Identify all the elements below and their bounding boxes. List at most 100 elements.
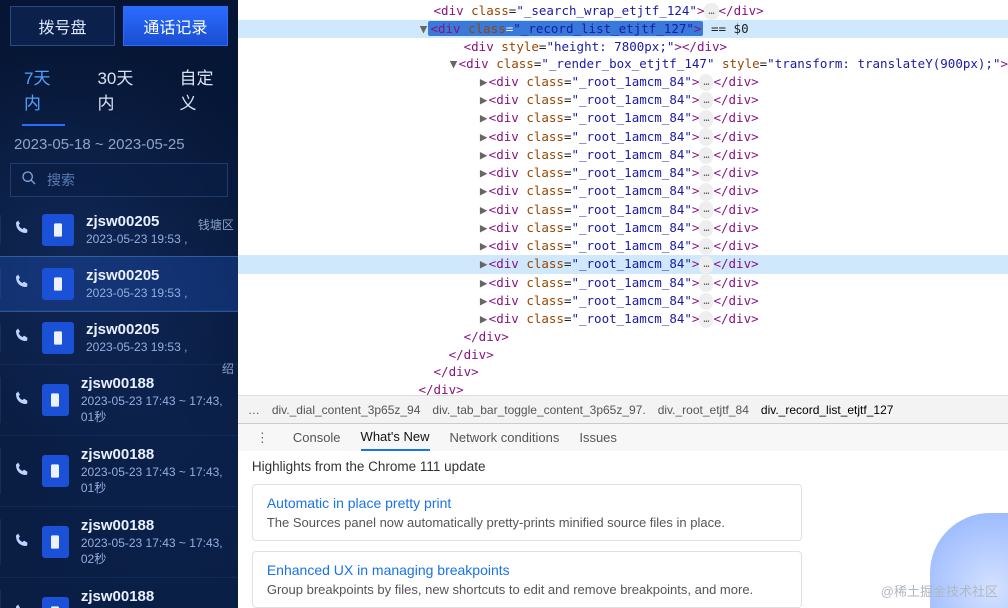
tab-call-log[interactable]: 通话记录 — [123, 6, 228, 46]
dom-node-line[interactable]: ▶<div class="_root_1amcm_84">…</div> — [238, 255, 1008, 273]
dom-node-line[interactable]: ▶<div class="_root_1amcm_84">…</div> — [238, 219, 1008, 237]
list-item[interactable]: zjsw00188 2023-05-23 17:43 ~ 17:43, 02秒 — [0, 507, 238, 578]
drawer-tab-network[interactable]: Network conditions — [450, 424, 560, 451]
row-text: zjsw001882023-05-23 17:42 ~ 17:42, 05秒 — [81, 588, 224, 608]
device-icon — [42, 384, 69, 416]
dom-node-line[interactable]: ▶<div class="_root_1amcm_84">…</div> — [238, 310, 1008, 328]
row-text: zjsw00188 2023-05-23 17:43 ~ 17:43, 01秒 — [81, 446, 224, 496]
phone-icon — [14, 532, 30, 553]
dom-node-line[interactable]: ▶<div class="_root_1amcm_84">…</div> — [238, 182, 1008, 200]
device-icon — [42, 526, 69, 558]
call-name: zjsw00205 — [86, 213, 187, 230]
list-item[interactable]: zjsw00188 2023-05-23 17:43 ~ 17:43, 01秒 — [0, 436, 238, 507]
dom-node-line[interactable]: <div class="_search_wrap_etjtf_124">…</d… — [238, 2, 1008, 20]
watermark: @稀土掘金技术社区 — [881, 581, 998, 600]
device-icon — [42, 597, 69, 608]
phone-icon — [14, 390, 30, 411]
dom-node-line[interactable]: ▶<div class="_root_1amcm_84">…</div> — [238, 73, 1008, 91]
crumb-2[interactable]: div._tab_bar_toggle_content_3p65z_97. — [432, 403, 645, 417]
card-title: Enhanced UX in managing breakpoints — [267, 562, 787, 578]
breadcrumbs: … div._dial_content_3p65z_94 div._tab_ba… — [238, 395, 1008, 423]
dom-node-line[interactable]: ▶<div class="_root_1amcm_84">…</div> — [238, 274, 1008, 292]
dom-node-line[interactable]: ▶<div class="_root_1amcm_84">…</div> — [238, 292, 1008, 310]
call-meta: 2023-05-23 19:53 , — [86, 232, 187, 246]
call-meta: 2023-05-23 17:43 ~ 17:43, 02秒 — [81, 536, 224, 567]
row-text: zjsw00205 2023-05-23 19:53 , — [86, 267, 187, 300]
devtools-panel: <div class="_search_wrap_etjtf_124">…</d… — [238, 0, 1008, 608]
dom-node-line[interactable]: </div> — [238, 363, 1008, 381]
phone-icon — [14, 219, 30, 240]
device-icon — [42, 322, 74, 354]
list-item[interactable]: zjsw00205 2023-05-23 19:53 , — [0, 257, 238, 311]
dom-node-line[interactable]: </div> — [238, 328, 1008, 346]
date-range-label: 2023-05-18 ~ 2023-05-25 — [0, 126, 238, 157]
dom-node-line[interactable]: ▼<div class="_render_box_etjtf_147" styl… — [238, 55, 1008, 73]
search-icon — [21, 170, 37, 191]
call-meta: 2023-05-23 17:43 ~ 17:43, 01秒 — [81, 465, 224, 496]
device-icon — [42, 268, 74, 300]
main-tabbar: 拨号盘 通话记录 — [0, 0, 238, 46]
phone-icon — [14, 461, 30, 482]
dom-node-line[interactable]: ▼<div class="_record_list_etjtf_127"> ==… — [238, 20, 1008, 38]
card-body: The Sources panel now automatically pret… — [267, 515, 787, 530]
device-icon — [42, 455, 69, 487]
search-box[interactable] — [10, 163, 228, 197]
card-title: Automatic in place pretty print — [267, 495, 787, 511]
whats-new-card[interactable]: Enhanced UX in managing breakpoints Grou… — [252, 551, 802, 608]
call-meta: 2023-05-23 19:53 , — [86, 340, 187, 354]
search-input[interactable] — [47, 172, 228, 188]
call-list[interactable]: zjsw00205 2023-05-23 19:53 , zjsw00205 2023… — [0, 203, 238, 608]
list-item[interactable]: zjsw001882023-05-23 17:42 ~ 17:42, 05秒 — [0, 578, 238, 608]
crumb-selected[interactable]: div._record_list_etjtf_127 — [761, 403, 894, 417]
call-name: zjsw00188 — [81, 375, 224, 392]
crumb-1[interactable]: div._dial_content_3p65z_94 — [272, 403, 421, 417]
call-meta: 2023-05-23 17:43 ~ 17:43, 01秒 — [81, 394, 224, 425]
dom-node-line[interactable]: ▶<div class="_root_1amcm_84">…</div> — [238, 91, 1008, 109]
map-label-2: 绍 — [222, 360, 234, 377]
call-name: zjsw00188 — [81, 446, 224, 463]
list-item[interactable]: zjsw00205 2023-05-23 19:53 , — [0, 311, 238, 365]
dom-node-line[interactable]: ▶<div class="_root_1amcm_84">…</div> — [238, 201, 1008, 219]
call-name: zjsw00205 — [86, 267, 187, 284]
drawer-tab-whatsnew[interactable]: What's New — [361, 424, 430, 451]
call-name: zjsw00188 — [81, 588, 224, 605]
card-body: Group breakpoints by files, new shortcut… — [267, 582, 787, 597]
range-subtabs: 7天内 30天内 自定义 — [0, 46, 238, 126]
whats-new-panel: Highlights from the Chrome 111 update Au… — [238, 451, 1008, 608]
drawer-tab-issues[interactable]: Issues — [579, 424, 617, 451]
tab-dialpad[interactable]: 拨号盘 — [10, 6, 115, 46]
call-name: zjsw00188 — [81, 517, 224, 534]
phone-icon — [14, 327, 30, 348]
phone-icon — [14, 273, 30, 294]
drawer-tabs: ⋮ Console What's New Network conditions … — [238, 423, 1008, 451]
dom-node-line[interactable]: ▶<div class="_root_1amcm_84">…</div> — [238, 128, 1008, 146]
call-meta: 2023-05-23 19:53 , — [86, 286, 187, 300]
subtab-custom[interactable]: 自定义 — [178, 60, 228, 126]
list-item[interactable]: zjsw00188 2023-05-23 17:43 ~ 17:43, 01秒 — [0, 365, 238, 436]
dom-node-line[interactable]: </div> — [238, 381, 1008, 395]
dom-node-line[interactable]: </div> — [238, 346, 1008, 364]
row-text: zjsw00188 2023-05-23 17:43 ~ 17:43, 01秒 — [81, 375, 224, 425]
map-label-1: 钱塘区 — [198, 216, 234, 233]
dom-node-line[interactable]: ▶<div class="_root_1amcm_84">…</div> — [238, 109, 1008, 127]
drawer-tab-console[interactable]: Console — [293, 424, 341, 451]
dom-node-line[interactable]: ▶<div class="_root_1amcm_84">…</div> — [238, 237, 1008, 255]
crumb-3[interactable]: div._root_etjtf_84 — [658, 403, 749, 417]
subtab-30days[interactable]: 30天内 — [95, 60, 147, 126]
dom-node-line[interactable]: <div style="height: 7800px;"></div> — [238, 38, 1008, 56]
dom-node-line[interactable]: ▶<div class="_root_1amcm_84">…</div> — [238, 164, 1008, 182]
row-text: zjsw00205 2023-05-23 19:53 , — [86, 321, 187, 354]
row-text: zjsw00205 2023-05-23 19:53 , — [86, 213, 187, 246]
row-text: zjsw00188 2023-05-23 17:43 ~ 17:43, 02秒 — [81, 517, 224, 567]
phone-icon — [14, 603, 30, 608]
whats-new-headline: Highlights from the Chrome 111 update — [252, 459, 994, 474]
call-app-panel: 拨号盘 通话记录 7天内 30天内 自定义 2023-05-18 ~ 2023-… — [0, 0, 238, 608]
subtab-7days[interactable]: 7天内 — [22, 60, 65, 126]
dom-node-line[interactable]: ▶<div class="_root_1amcm_84">…</div> — [238, 146, 1008, 164]
crumb-ellipsis[interactable]: … — [248, 403, 260, 417]
call-name: zjsw00205 — [86, 321, 187, 338]
whats-new-card[interactable]: Automatic in place pretty print The Sour… — [252, 484, 802, 541]
device-icon — [42, 214, 74, 246]
drawer-menu-icon[interactable]: ⋮ — [252, 430, 273, 446]
elements-tree[interactable]: <div class="_search_wrap_etjtf_124">…</d… — [238, 0, 1008, 395]
